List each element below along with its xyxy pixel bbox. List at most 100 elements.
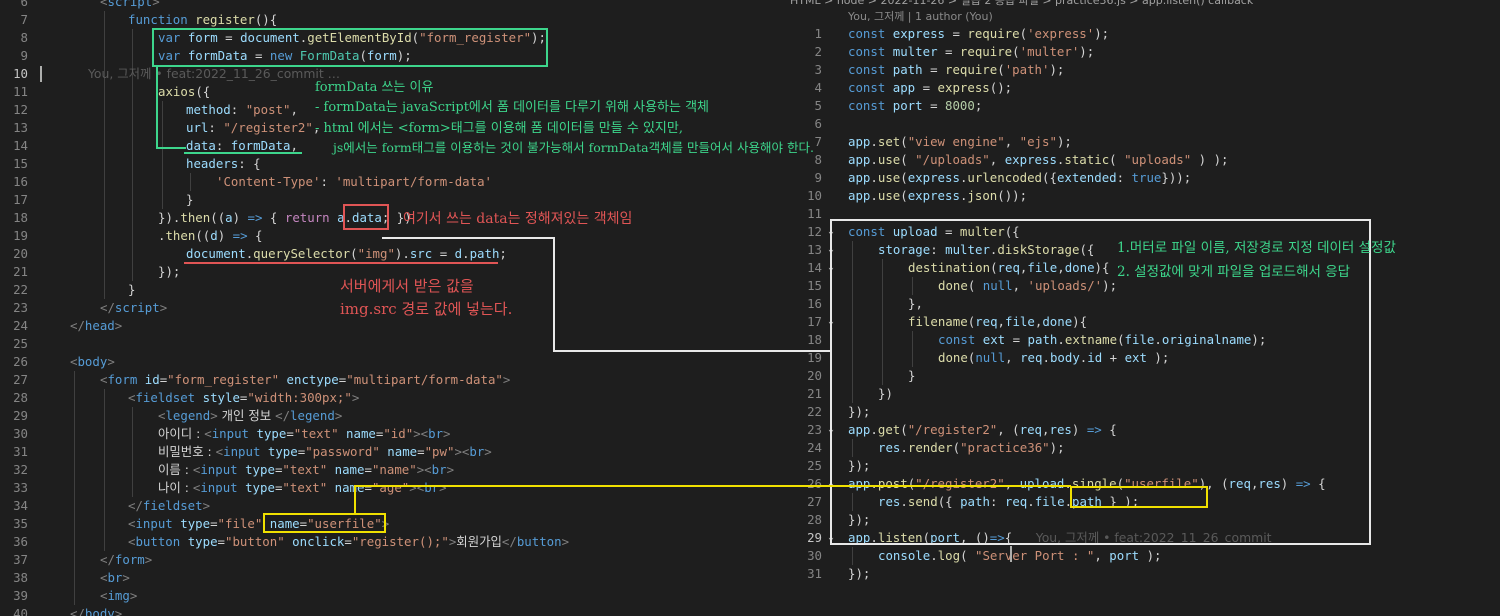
code-text[interactable]: const port = 8000;: [848, 97, 982, 115]
code-text[interactable]: });: [158, 263, 180, 281]
left-line-38[interactable]: 38 <br>: [0, 569, 790, 587]
line-number[interactable]: 40: [0, 605, 28, 616]
line-number[interactable]: 24: [794, 439, 822, 457]
line-number[interactable]: 34: [0, 497, 28, 515]
line-number[interactable]: 1: [794, 25, 822, 43]
line-number[interactable]: 13: [794, 241, 822, 259]
line-number[interactable]: 39: [0, 587, 28, 605]
line-number[interactable]: 36: [0, 533, 28, 551]
left-line-33[interactable]: 33 나이 : <input type="text" name="age"><br…: [0, 479, 790, 497]
line-number[interactable]: 26: [794, 475, 822, 493]
code-text[interactable]: </head>: [70, 317, 122, 335]
line-number[interactable]: 29: [794, 529, 822, 547]
left-line-16[interactable]: 16 'Content-Type': 'multipart/form-data': [0, 173, 790, 191]
right-line-2[interactable]: 2 const multer = require('multer');: [790, 43, 1500, 61]
left-line-7[interactable]: 7 function register(){: [0, 11, 790, 29]
left-line-28[interactable]: 28 <fieldset style="width:300px;">: [0, 389, 790, 407]
line-number[interactable]: 27: [794, 493, 822, 511]
code-text[interactable]: 비밀번호 : <input type="password" name="pw">…: [158, 443, 492, 461]
left-line-27[interactable]: 27 <form id="form_register" enctype="mult…: [0, 371, 790, 389]
code-text[interactable]: <legend> 개인 정보 </legend>: [158, 407, 342, 425]
line-number[interactable]: 29: [0, 407, 28, 425]
right-line-1[interactable]: 1 const express = require('express');: [790, 25, 1500, 43]
code-text[interactable]: </script>: [100, 299, 167, 317]
line-number[interactable]: 12: [794, 223, 822, 241]
line-number[interactable]: 20: [0, 245, 28, 263]
line-number[interactable]: 38: [0, 569, 28, 587]
line-number[interactable]: 23: [0, 299, 28, 317]
line-number[interactable]: 33: [0, 479, 28, 497]
line-number[interactable]: 28: [794, 511, 822, 529]
code-text[interactable]: headers: {: [186, 155, 261, 173]
line-number[interactable]: 9: [794, 169, 822, 187]
line-number[interactable]: 37: [0, 551, 28, 569]
code-text[interactable]: .then((d) => {: [158, 227, 262, 245]
code-text[interactable]: url: "/register2",: [186, 119, 320, 137]
left-line-40[interactable]: 40 </body>: [0, 605, 790, 616]
line-number[interactable]: 13: [0, 119, 28, 137]
left-line-29[interactable]: 29 <legend> 개인 정보 </legend>: [0, 407, 790, 425]
code-text[interactable]: const multer = require('multer');: [848, 43, 1094, 61]
left-line-37[interactable]: 37 </form>: [0, 551, 790, 569]
line-number[interactable]: 17: [0, 191, 28, 209]
code-text[interactable]: </form>: [100, 551, 152, 569]
line-number[interactable]: 8: [0, 29, 28, 47]
line-number[interactable]: 20: [794, 367, 822, 385]
line-number[interactable]: 18: [794, 331, 822, 349]
left-line-24[interactable]: 24 </head>: [0, 317, 790, 335]
left-line-18[interactable]: 18}).then((a) => { return a.data; }): [0, 209, 790, 227]
line-number[interactable]: 11: [794, 205, 822, 223]
code-text[interactable]: 나이 : <input type="text" name="age"><br>: [158, 479, 447, 497]
code-text[interactable]: document.querySelector("img").src = d.pa…: [186, 245, 507, 263]
line-number[interactable]: 16: [794, 295, 822, 313]
code-text[interactable]: }: [186, 191, 193, 209]
line-number[interactable]: 30: [0, 425, 28, 443]
codelens-author[interactable]: You, 그저께 | 1 author (You): [848, 8, 993, 24]
line-number[interactable]: 5: [794, 97, 822, 115]
code-text[interactable]: const path = require('path');: [848, 61, 1064, 79]
code-text[interactable]: app.use(express.json());: [848, 187, 1027, 205]
code-text[interactable]: 아이디 : <input type="text" name="id"><br>: [158, 425, 451, 443]
line-number[interactable]: 2: [794, 43, 822, 61]
line-number[interactable]: 23: [794, 421, 822, 439]
line-number[interactable]: 35: [0, 515, 28, 533]
line-number[interactable]: 31: [794, 565, 822, 583]
code-text[interactable]: app.use(express.urlencoded({extended: tr…: [848, 169, 1191, 187]
line-number[interactable]: 15: [0, 155, 28, 173]
code-text[interactable]: console.log( "Server Port : ", port );: [878, 547, 1162, 565]
code-text[interactable]: app.set("view engine", "ejs");: [848, 133, 1072, 151]
left-line-20[interactable]: 20 document.querySelector("img").src = d.…: [0, 245, 790, 263]
left-line-34[interactable]: 34 </fieldset>: [0, 497, 790, 515]
left-line-39[interactable]: 39 <img>: [0, 587, 790, 605]
left-line-17[interactable]: 17}: [0, 191, 790, 209]
line-number[interactable]: 19: [0, 227, 28, 245]
right-line-9[interactable]: 9 app.use(express.urlencoded({extended: t…: [790, 169, 1500, 187]
code-text[interactable]: }: [128, 281, 135, 299]
right-line-7[interactable]: 7 app.set("view engine", "ejs");: [790, 133, 1500, 151]
left-line-6[interactable]: 6 <script>: [0, 0, 790, 11]
code-text[interactable]: app.use( "/uploads", express.static( "up…: [848, 151, 1229, 169]
line-number[interactable]: 17: [794, 313, 822, 331]
line-number[interactable]: 21: [794, 385, 822, 403]
code-text[interactable]: <img>: [100, 587, 137, 605]
line-number[interactable]: 30: [794, 547, 822, 565]
left-line-19[interactable]: 19 .then((d) => {: [0, 227, 790, 245]
line-number[interactable]: 4: [794, 79, 822, 97]
line-number[interactable]: 6: [794, 115, 822, 133]
line-number[interactable]: 25: [0, 335, 28, 353]
left-line-32[interactable]: 32 이름 : <input type="text" name="name"><b…: [0, 461, 790, 479]
line-number[interactable]: 28: [0, 389, 28, 407]
code-text[interactable]: const express = require('express');: [848, 25, 1109, 43]
code-text[interactable]: axios({: [158, 83, 210, 101]
code-text[interactable]: <form id="form_register" enctype="multip…: [100, 371, 510, 389]
code-text[interactable]: <button type="button" onclick="register(…: [128, 533, 569, 551]
left-line-15[interactable]: 15 headers: {: [0, 155, 790, 173]
line-number[interactable]: 24: [0, 317, 28, 335]
breadcrumb[interactable]: HTML > node > 2022-11-26 > 실습 2 공습 파일 > …: [790, 0, 1253, 8]
line-number[interactable]: 12: [0, 101, 28, 119]
left-line-35[interactable]: 35 <input type="file" name="userfile">: [0, 515, 790, 533]
code-text[interactable]: method: "post",: [186, 101, 298, 119]
code-text[interactable]: <script>: [100, 0, 160, 11]
line-number[interactable]: 7: [0, 11, 28, 29]
line-number[interactable]: 11: [0, 83, 28, 101]
